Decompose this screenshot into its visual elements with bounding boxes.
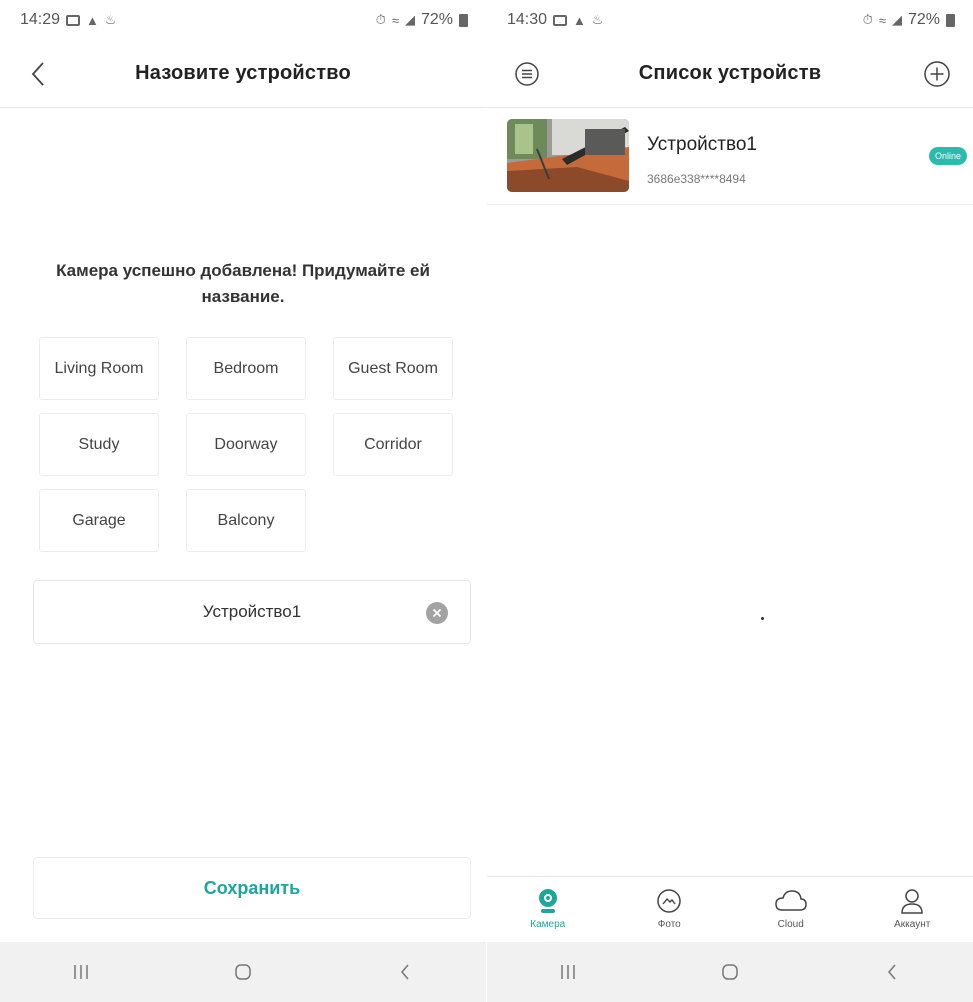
- home-button[interactable]: [700, 952, 760, 992]
- signal-icon: ◢: [891, 12, 902, 27]
- status-bar: 14:30 ▲ ♨ ⏱ ≈ ◢ 72%: [487, 0, 973, 40]
- close-icon: [432, 608, 442, 618]
- tab-camera[interactable]: Камера: [487, 877, 609, 942]
- name-suggestions: Living Room Bedroom Guest Room Study Doo…: [39, 337, 453, 552]
- chip-garage[interactable]: Garage: [39, 489, 159, 552]
- save-button[interactable]: Сохранить: [33, 857, 471, 919]
- back-nav-button[interactable]: [375, 952, 435, 992]
- stray-dot: [761, 617, 764, 620]
- success-message: Камера успешно добавлена! Придумайте ей …: [56, 261, 430, 306]
- device-list-item[interactable]: Устройство1 3686e338****8494 Online: [487, 110, 973, 205]
- chip-balcony[interactable]: Balcony: [186, 489, 306, 552]
- battery-percent: 72%: [907, 11, 940, 28]
- status-badge: Online: [928, 147, 967, 165]
- recents-icon: [561, 965, 575, 979]
- device-id: 3686e338****8494: [647, 172, 746, 186]
- wifi-icon: ≈: [878, 12, 886, 28]
- home-icon: [235, 964, 251, 980]
- header: Назовите устройство: [0, 40, 486, 108]
- chevron-left-icon: [31, 62, 44, 86]
- device-name-value: Устройство1: [202, 602, 302, 621]
- chip-bedroom[interactable]: Bedroom: [186, 337, 306, 400]
- menu-button[interactable]: [499, 40, 555, 108]
- back-icon: [401, 964, 409, 980]
- photo-icon: [657, 889, 681, 913]
- plus-circle-icon: [924, 61, 950, 87]
- system-nav-bar: [0, 942, 486, 1002]
- tab-label: Камера: [530, 919, 566, 930]
- signal-icon: ◢: [404, 12, 415, 27]
- tab-account[interactable]: Аккаунт: [852, 877, 973, 942]
- camera-thumbnail: [507, 119, 629, 192]
- system-nav-bar: [487, 942, 973, 1002]
- tab-label: Cloud: [777, 919, 804, 930]
- battery-icon: [946, 13, 955, 27]
- camera-icon: [538, 889, 557, 913]
- tab-label: Фото: [657, 919, 681, 930]
- recent-apps-button[interactable]: [51, 952, 111, 992]
- recents-icon: [74, 965, 88, 979]
- flame-icon: ♨: [591, 12, 604, 27]
- gallery-notification-icon: [553, 14, 568, 26]
- bottom-tab-bar: Камера Фото Cloud Аккаунт: [487, 876, 973, 942]
- battery-icon: [459, 13, 468, 27]
- battery-percent: 72%: [420, 11, 453, 28]
- bell-icon: ▲: [573, 12, 586, 28]
- flame-icon: ♨: [104, 12, 117, 27]
- home-icon: [722, 964, 738, 980]
- back-button[interactable]: [10, 40, 66, 108]
- alarm-icon: ⏱: [375, 12, 386, 27]
- back-nav-button[interactable]: [862, 952, 922, 992]
- status-time: 14:29: [20, 11, 61, 28]
- status-bar: 14:29 ▲ ♨ ⏱ ≈ ◢ 72%: [0, 0, 486, 40]
- home-button[interactable]: [213, 952, 273, 992]
- add-device-button[interactable]: [909, 40, 965, 108]
- tab-label: Аккаунт: [894, 919, 931, 930]
- back-icon: [888, 964, 896, 980]
- chip-guest-room[interactable]: Guest Room: [333, 337, 453, 400]
- page-title: Список устройств: [638, 62, 822, 84]
- tab-photo[interactable]: Фото: [609, 877, 731, 942]
- chip-doorway[interactable]: Doorway: [186, 413, 306, 476]
- chip-living-room[interactable]: Living Room: [39, 337, 159, 400]
- recent-apps-button[interactable]: [538, 952, 598, 992]
- wifi-icon: ≈: [391, 12, 399, 28]
- device-name: Устройство1: [647, 134, 757, 155]
- alarm-icon: ⏱: [862, 12, 873, 27]
- gallery-notification-icon: [66, 14, 81, 26]
- bell-icon: ▲: [86, 12, 99, 28]
- device-name-input[interactable]: Устройство1: [33, 580, 471, 644]
- tab-cloud[interactable]: Cloud: [730, 877, 852, 942]
- clear-input-button[interactable]: [426, 602, 448, 624]
- chip-study[interactable]: Study: [39, 413, 159, 476]
- menu-icon: [515, 62, 539, 86]
- header: Список устройств: [487, 40, 973, 108]
- account-icon: [901, 889, 924, 914]
- name-device-screen: 14:29 ▲ ♨ ⏱ ≈ ◢ 72% Назовите устройство …: [0, 0, 486, 1002]
- page-title: Назовите устройство: [135, 62, 351, 84]
- device-list-screen: 14:30 ▲ ♨ ⏱ ≈ ◢ 72% Список устройств Уст…: [487, 0, 973, 1002]
- status-time: 14:30: [507, 11, 548, 28]
- chip-corridor[interactable]: Corridor: [333, 413, 453, 476]
- cloud-icon: [774, 890, 807, 911]
